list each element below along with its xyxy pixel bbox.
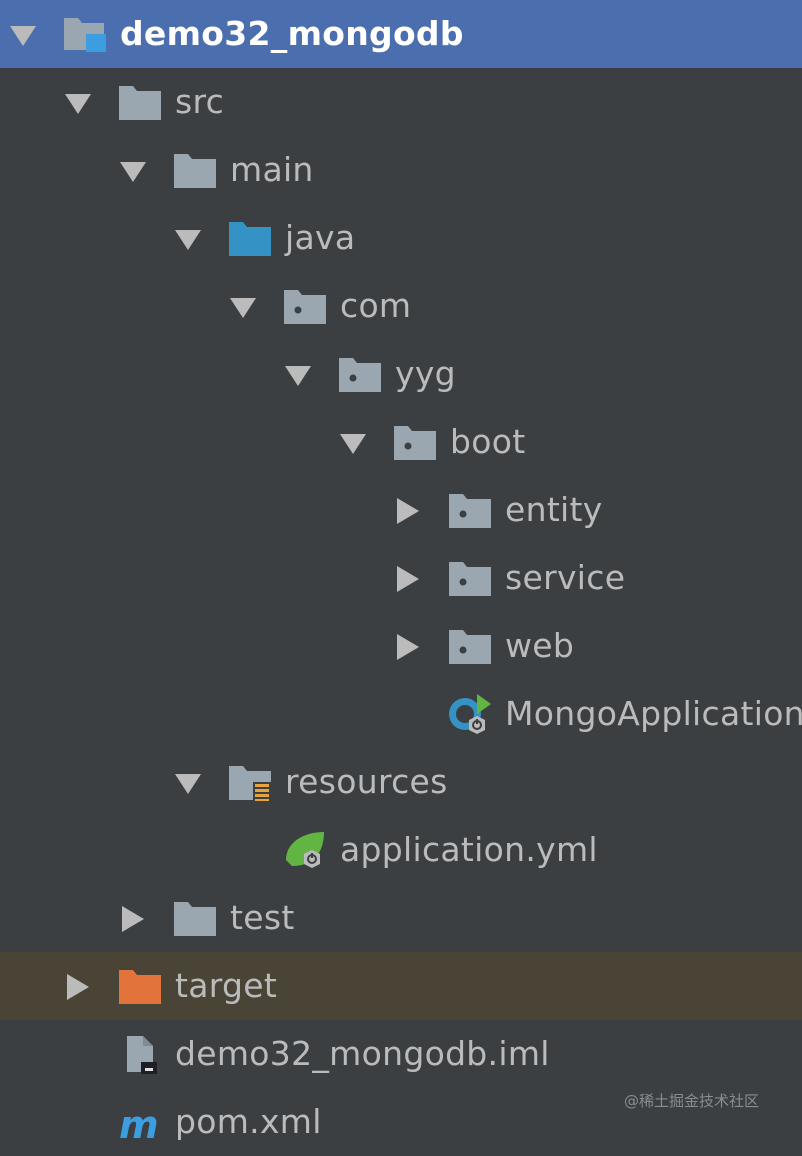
- package-icon: [447, 626, 493, 666]
- package-icon: [282, 286, 328, 326]
- project-tree: demo32_mongodbsrc main java com yyg boot entit…: [0, 0, 802, 1142]
- tree-node-label: pom.xml: [175, 1102, 322, 1141]
- folder-icon: [172, 150, 218, 190]
- chevron-down-icon[interactable]: [10, 22, 36, 48]
- tree-node[interactable]: test: [0, 884, 802, 952]
- tree-node[interactable]: demo32_mongodb.iml: [0, 1020, 802, 1088]
- chevron-down-icon[interactable]: [120, 158, 146, 184]
- folder-icon: [172, 898, 218, 938]
- chevron-down-icon[interactable]: [65, 90, 91, 116]
- tree-node-label: src: [175, 82, 225, 121]
- module-folder-icon: [62, 14, 108, 54]
- chevron-right-icon[interactable]: [65, 974, 91, 1000]
- chevron-down-icon[interactable]: [175, 226, 201, 252]
- spring-boot-class-icon: [447, 694, 493, 734]
- chevron-right-icon[interactable]: [120, 906, 146, 932]
- tree-node-label: main: [230, 150, 314, 189]
- tree-node[interactable]: web: [0, 612, 802, 680]
- tree-node[interactable]: application.yml: [0, 816, 802, 884]
- package-icon: [447, 490, 493, 530]
- watermark: @稀土掘金技术社区: [624, 1092, 760, 1110]
- chevron-right-icon[interactable]: [395, 566, 421, 592]
- tree-node[interactable]: yyg: [0, 340, 802, 408]
- tree-node[interactable]: resources: [0, 748, 802, 816]
- tree-node-label: yyg: [395, 354, 456, 393]
- tree-node-label: service: [505, 558, 626, 597]
- tree-node-label: test: [230, 898, 295, 937]
- tree-node-label: application.yml: [340, 830, 598, 869]
- tree-node-label: MongoApplication: [505, 694, 802, 733]
- svg-text:m: m: [119, 1103, 159, 1142]
- tree-node[interactable]: MongoApplication: [0, 680, 802, 748]
- source-root-folder-icon: [227, 218, 273, 258]
- package-icon: [337, 354, 383, 394]
- folder-icon: [117, 82, 163, 122]
- tree-node-label: entity: [505, 490, 603, 529]
- tree-node[interactable]: service: [0, 544, 802, 612]
- package-icon: [392, 422, 438, 462]
- resources-folder-icon: [227, 762, 273, 802]
- chevron-down-icon[interactable]: [175, 770, 201, 796]
- tree-node-label: com: [340, 286, 412, 325]
- tree-node-label: java: [285, 218, 356, 257]
- tree-node[interactable]: target: [0, 952, 802, 1020]
- spring-config-icon: [282, 830, 328, 870]
- tree-node[interactable]: boot: [0, 408, 802, 476]
- maven-icon: m: [117, 1102, 163, 1142]
- package-icon: [447, 558, 493, 598]
- tree-node[interactable]: java: [0, 204, 802, 272]
- excluded-folder-icon: [117, 966, 163, 1006]
- tree-node-label: demo32_mongodb.iml: [175, 1034, 550, 1073]
- chevron-right-icon[interactable]: [395, 498, 421, 524]
- chevron-down-icon[interactable]: [340, 430, 366, 456]
- tree-node-label: web: [505, 626, 575, 665]
- tree-node-label: boot: [450, 422, 526, 461]
- tree-node-label: target: [175, 966, 278, 1005]
- chevron-down-icon[interactable]: [285, 362, 311, 388]
- tree-node[interactable]: main: [0, 136, 802, 204]
- tree-node[interactable]: entity: [0, 476, 802, 544]
- tree-node[interactable]: com: [0, 272, 802, 340]
- iml-file-icon: [117, 1034, 163, 1074]
- chevron-down-icon[interactable]: [230, 294, 256, 320]
- chevron-right-icon[interactable]: [395, 634, 421, 660]
- tree-node-label: demo32_mongodb: [120, 14, 464, 53]
- tree-node[interactable]: src: [0, 68, 802, 136]
- tree-node-label: resources: [285, 762, 448, 801]
- tree-node[interactable]: demo32_mongodb: [0, 0, 802, 68]
